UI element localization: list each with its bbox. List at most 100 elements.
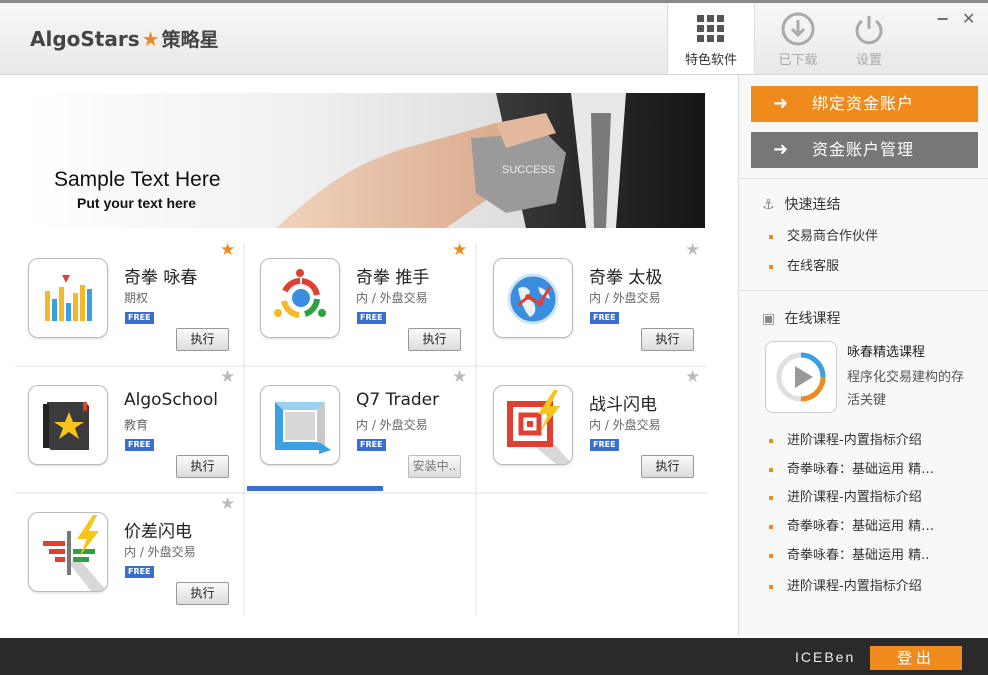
run-button[interactable]: 执行 (408, 328, 461, 351)
logo-star-icon: ★ (141, 27, 160, 51)
app-icon-zhandou[interactable] (493, 385, 573, 465)
arrow-right-icon: ➜ (773, 93, 790, 114)
app-card: 奇拳 咏春 期权 FREE 执行 ★ (15, 240, 246, 366)
bullet (769, 234, 773, 239)
course-link[interactable]: 进阶课程-内置指标介绍 (769, 575, 922, 594)
run-button[interactable]: 执行 (641, 455, 694, 478)
course-link[interactable]: 进阶课程-内置指标介绍 (769, 486, 922, 505)
frame-icon (275, 402, 331, 454)
favorite-star-icon[interactable]: ★ (452, 240, 467, 260)
app-name: 奇拳 太极 (589, 268, 663, 288)
app-type: 内 / 外盘交易 (124, 545, 196, 559)
app-type: 内 / 外盘交易 (589, 291, 661, 305)
bar-chart-icon (45, 275, 92, 321)
favorite-star-icon[interactable]: ★ (685, 367, 700, 387)
spread-bolt-icon (43, 515, 107, 591)
favorite-star-icon[interactable]: ★ (220, 367, 235, 387)
power-icon (855, 16, 883, 45)
close-button[interactable]: ✕ (962, 9, 975, 28)
app-type: 内 / 外盘交易 (356, 418, 428, 432)
app-name: 价差闪电 (124, 522, 192, 542)
app-icon-q7trader[interactable] (260, 385, 340, 465)
bullet (769, 553, 773, 558)
run-button[interactable]: 执行 (176, 328, 229, 351)
app-card: 奇拳 太极 内 / 外盘交易 FREE 执行 ★ (480, 240, 711, 366)
app-card: 奇拳 推手 内 / 外盘交易 FREE 执行 ★ (247, 240, 478, 366)
manage-account-button[interactable]: ➜ 资金账户管理 (751, 132, 978, 168)
app-type: 内 / 外盘交易 (589, 418, 661, 432)
header: AlgoStars ★ 策略星 特色软件 已下载 设置 − ✕ (0, 3, 988, 75)
course-thumbnail[interactable] (765, 341, 837, 413)
free-badge: FREE (357, 439, 386, 451)
free-badge: FREE (590, 439, 619, 451)
free-badge: FREE (125, 312, 154, 324)
featured-course-desc: 程序化交易建构的存活关键 (847, 370, 965, 408)
favorite-star-icon[interactable]: ★ (685, 240, 700, 260)
app-name: 奇拳 推手 (356, 268, 430, 288)
minimize-button[interactable]: − (936, 9, 949, 28)
bullet (769, 467, 773, 472)
bullet (769, 524, 773, 529)
nav-settings-label: 设置 (855, 53, 882, 68)
book-star-icon (43, 402, 89, 450)
run-button[interactable]: 执行 (176, 455, 229, 478)
app-type: 期权 (124, 291, 149, 305)
courses-label: 在线课程 (784, 311, 841, 327)
anchor-icon: ⚓ (762, 197, 775, 213)
free-badge: FREE (590, 312, 619, 324)
quick-link[interactable]: 在线客服 (769, 255, 839, 274)
free-badge: FREE (125, 566, 154, 578)
ring-icon (274, 269, 326, 318)
quick-links-title: ⚓ 快速连结 (762, 194, 840, 214)
app-icon-jiacha[interactable] (28, 512, 108, 592)
app-card: 价差闪电 内 / 外盘交易 FREE 执行 ★ (15, 494, 246, 620)
banner-badge: SUCCESS (502, 164, 555, 176)
target-bolt-icon (507, 390, 572, 464)
quick-link-label: 在线客服 (787, 259, 840, 274)
logout-button[interactable]: 登出 (870, 646, 962, 670)
grid-icon (697, 15, 724, 42)
footer: ICEBen 登出 (0, 638, 988, 675)
divider (739, 178, 988, 179)
manage-account-label: 资金账户管理 (812, 140, 915, 159)
app-card: 战斗闪电 内 / 外盘交易 FREE 执行 ★ (480, 367, 711, 493)
course-link[interactable]: 奇拳咏春：基础运用 精.. (769, 544, 929, 563)
logo-cn: 策略星 (161, 29, 219, 51)
favorite-star-icon[interactable]: ★ (452, 367, 467, 387)
app-name: 战斗闪电 (589, 395, 657, 415)
bullet (769, 495, 773, 500)
banner-subtitle: Put your text here (77, 195, 197, 211)
quick-link-label: 交易商合作伙伴 (787, 229, 879, 244)
run-button[interactable]: 执行 (641, 328, 694, 351)
run-button[interactable]: 执行 (176, 582, 229, 605)
course-link[interactable]: 奇拳咏春：基础运用 精… (769, 515, 934, 534)
favorite-star-icon[interactable]: ★ (220, 494, 235, 514)
app-name: Q7 Trader (356, 390, 440, 410)
app-icon-algoschool[interactable] (28, 385, 108, 465)
wallet-icon: ▣ (762, 311, 776, 327)
nav-settings[interactable]: 设置 (826, 3, 912, 74)
course-link[interactable]: 进阶课程-内置指标介绍 (769, 429, 922, 448)
bind-account-label: 绑定资金账户 (812, 94, 915, 113)
app-logo: AlgoStars ★ 策略星 (30, 25, 219, 52)
promo-banner[interactable]: SUCCESS Sample Text Here Put your text h… (26, 93, 705, 228)
favorite-star-icon[interactable]: ★ (220, 240, 235, 260)
installing-button[interactable]: 安装中.. (408, 455, 461, 478)
app-icon-taiji[interactable] (493, 258, 573, 338)
bullet (769, 584, 773, 589)
app-icon-yongchun[interactable] (28, 258, 108, 338)
course-link-label: 进阶课程-内置指标介绍 (787, 579, 922, 594)
main-content: SUCCESS Sample Text Here Put your text h… (0, 75, 738, 637)
bind-account-button[interactable]: ➜ 绑定资金账户 (751, 86, 978, 122)
course-link-label: 进阶课程-内置指标介绍 (787, 490, 922, 505)
app-icon-tuishou[interactable] (260, 258, 340, 338)
course-link-label: 进阶课程-内置指标介绍 (787, 433, 922, 448)
install-progress-bar (247, 486, 383, 491)
course-link[interactable]: 奇拳咏春：基础运用 精… (769, 458, 934, 477)
nav-featured[interactable]: 特色软件 (667, 3, 755, 74)
download-icon (781, 12, 815, 46)
featured-course-title[interactable]: 咏春精选课程 (847, 341, 925, 360)
quick-link[interactable]: 交易商合作伙伴 (769, 225, 878, 244)
bullet (769, 264, 773, 269)
nav-featured-label: 特色软件 (684, 53, 737, 68)
